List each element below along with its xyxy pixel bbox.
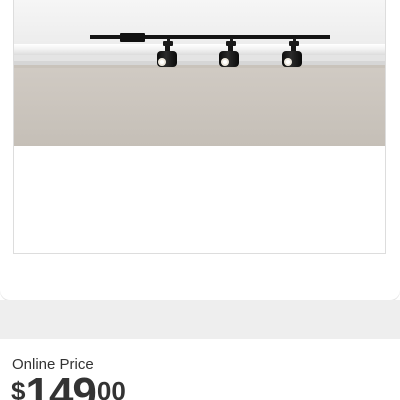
gallery-card-bottom [0,283,400,300]
wall [14,68,385,146]
price-dollars: 149 [25,369,96,400]
ceiling [14,0,385,48]
section-divider [0,300,400,339]
product-image[interactable] [14,0,386,146]
product-page: Online Price $14900 [0,0,400,400]
price-section: Online Price $14900 [0,339,400,400]
price-value: $14900 [11,372,126,400]
price-currency-symbol: $ [11,376,26,400]
crown-molding [14,44,385,68]
price-cents: 00 [96,376,126,400]
product-image-card[interactable] [13,0,386,254]
